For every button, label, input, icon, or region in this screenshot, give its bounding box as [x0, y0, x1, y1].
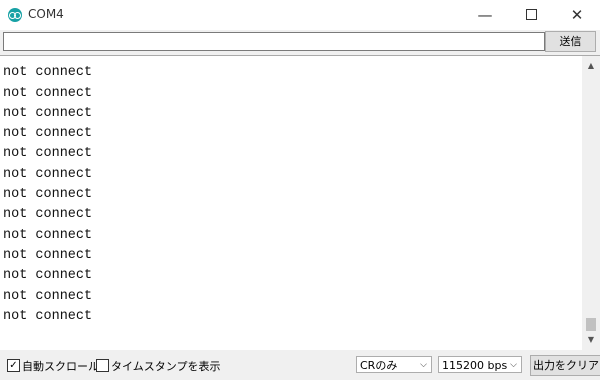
- minimize-button[interactable]: —: [462, 0, 508, 30]
- autoscroll-checkbox[interactable]: ✓: [7, 359, 20, 372]
- footer-bar: ✓ 自動スクロール タイムスタンプを表示 CRのみ ⌵ 115200 bps ⌵…: [0, 350, 600, 380]
- output-line: not connect: [3, 308, 93, 324]
- serial-monitor-window: COM4 — ✕ 送信 not connect not connect not co…: [0, 0, 600, 380]
- output-line: not connect: [3, 166, 93, 182]
- output-line: not connect: [3, 268, 93, 284]
- output-line: not connect: [3, 126, 93, 142]
- title-bar: COM4 — ✕: [0, 0, 600, 30]
- vertical-scrollbar[interactable]: ▲ ▼: [582, 55, 600, 350]
- output-line: not connect: [3, 105, 93, 121]
- close-button[interactable]: ✕: [554, 0, 600, 30]
- output-line: not connect: [3, 227, 93, 243]
- send-row: 送信: [0, 30, 600, 55]
- line-ending-value: CRのみ: [360, 359, 398, 372]
- output-line: not connect: [3, 56, 92, 63]
- timestamp-label[interactable]: タイムスタンプを表示: [111, 358, 220, 374]
- scroll-thumb[interactable]: [586, 318, 596, 331]
- output-line: not connect: [3, 288, 93, 304]
- maximize-icon: [525, 9, 537, 20]
- baud-rate-value: 115200 bps: [442, 359, 508, 372]
- scroll-down-icon[interactable]: ▼: [582, 332, 600, 348]
- serial-output[interactable]: not connect not connect not connect not con…: [0, 55, 582, 350]
- output-line: not connect: [3, 85, 93, 101]
- window-title: COM4: [28, 7, 64, 21]
- clear-output-button[interactable]: 出力をクリア: [530, 355, 600, 376]
- timestamp-checkbox[interactable]: [96, 359, 109, 372]
- output-lines: not connect not connect not connect not con…: [3, 56, 93, 327]
- chevron-down-icon: ⌵: [510, 360, 517, 370]
- output-line: not connect: [3, 146, 93, 162]
- chevron-down-icon: ⌵: [420, 360, 427, 370]
- output-line: not connect: [3, 207, 93, 223]
- output-line: not connect: [3, 247, 93, 263]
- send-button[interactable]: 送信: [545, 31, 596, 52]
- arduino-icon: [8, 8, 22, 22]
- output-line: not connect: [3, 187, 93, 203]
- autoscroll-label[interactable]: 自動スクロール: [22, 358, 99, 374]
- maximize-button[interactable]: [508, 0, 554, 30]
- scroll-up-icon[interactable]: ▲: [582, 58, 600, 74]
- send-input[interactable]: [3, 32, 545, 51]
- line-ending-select[interactable]: CRのみ ⌵: [356, 356, 432, 373]
- output-line: not connect: [3, 65, 93, 81]
- baud-rate-select[interactable]: 115200 bps ⌵: [438, 356, 522, 373]
